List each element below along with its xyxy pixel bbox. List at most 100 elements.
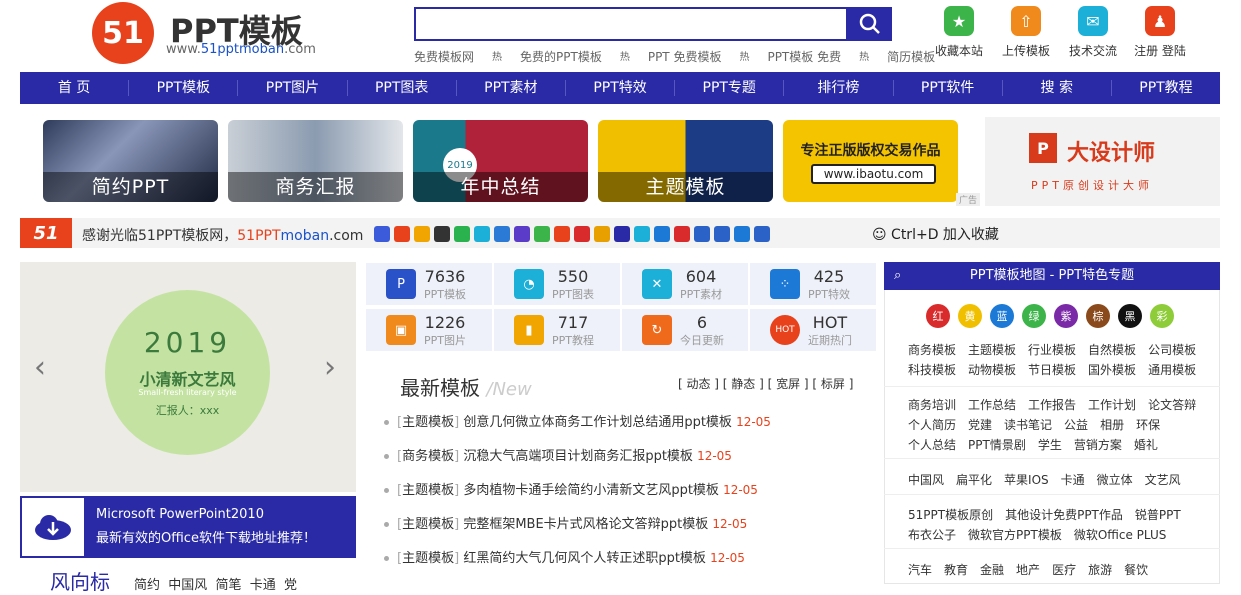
nav-item[interactable]: PPT专题 [675,80,785,96]
hot-link[interactable]: PPT 免费模板 [648,48,722,65]
latest-item[interactable]: [主题模板] 红黑简约大气几何风个人转正述职ppt模板 12-05 [384,547,745,566]
top-icon-0[interactable]: ★ 收藏本站 [928,6,990,59]
map-tag[interactable]: 营销方案 [1074,436,1122,453]
map-tag[interactable]: 商务模板 [908,341,956,358]
slider-prev-arrow-icon[interactable]: ‹ [34,350,46,385]
map-tag[interactable]: 行业模板 [1028,341,1076,358]
share-icon[interactable] [654,226,670,242]
color-tag[interactable]: 蓝 [990,304,1014,328]
latest-title-link[interactable]: 创意几何微立体商务工作计划总结通用ppt模板 [463,415,732,430]
nav-item[interactable]: 搜 索 [1003,80,1112,96]
map-tag[interactable]: 党建 [968,416,992,433]
map-tag[interactable]: 教育 [944,561,968,578]
map-tag[interactable]: 文艺风 [1145,471,1181,488]
map-tag[interactable]: 个人简历 [908,416,956,433]
stat-PPT模板[interactable]: P 7636 PPT模板 [366,263,492,305]
map-tag[interactable]: 中国风 [908,471,944,488]
banner-business[interactable]: 商务汇报 [228,120,403,202]
map-tag[interactable]: 其他设计免费PPT作品 [1005,506,1123,523]
nav-item[interactable]: PPT图表 [348,80,457,96]
map-tag[interactable]: 地产 [1016,561,1040,578]
nav-item[interactable]: 排行榜 [784,80,894,96]
map-tag[interactable]: 餐饮 [1124,561,1148,578]
share-icon[interactable] [414,226,430,242]
latest-category[interactable]: 主题模板 [402,517,454,532]
map-tag[interactable]: 个人总结 [908,436,956,453]
ad-designer[interactable]: P 大设计师 PPT原创设计大师 [985,117,1220,206]
share-icon[interactable] [454,226,470,242]
map-tag[interactable]: 扁平化 [956,471,992,488]
share-icon[interactable] [614,226,630,242]
color-tag[interactable]: 黄 [958,304,982,328]
top-icon-2[interactable]: ✉ 技术交流 [1062,6,1124,59]
share-icon[interactable] [374,226,390,242]
map-tag[interactable]: 工作计划 [1088,396,1136,413]
latest-item[interactable]: [主题模板] 多肉植物卡通手绘简约小清新文艺风ppt模板 12-05 [384,479,758,498]
top-icon-1[interactable]: ⇧ 上传模板 [995,6,1057,59]
nav-item[interactable]: PPT特效 [566,80,676,96]
color-tag[interactable]: 绿 [1022,304,1046,328]
share-icon[interactable] [714,226,730,242]
map-tag[interactable]: 旅游 [1088,561,1112,578]
search-input[interactable] [414,7,848,41]
hot-link[interactable]: 免费的PPT模板 [520,48,602,65]
banner-midyear[interactable]: 2019 年中总结 [413,120,588,202]
map-tag[interactable]: 汽车 [908,561,932,578]
stat-PPT素材[interactable]: ✕ 604 PPT素材 [622,263,748,305]
map-tag[interactable]: 工作报告 [1028,396,1076,413]
latest-category[interactable]: 商务模板 [402,449,454,464]
latest-title-link[interactable]: 沉稳大气高端项目计划商务汇报ppt模板 [463,449,693,464]
map-tag[interactable]: 微软官方PPT模板 [968,526,1062,543]
map-tag[interactable]: 论文答辩 [1148,396,1196,413]
map-tag[interactable]: 婚礼 [1134,436,1158,453]
latest-title-link[interactable]: 完整框架MBE卡片式风格论文答辩ppt模板 [463,517,708,532]
share-icon[interactable] [554,226,570,242]
map-tag[interactable]: PPT情景剧 [968,436,1026,453]
share-icon[interactable] [734,226,750,242]
nav-item[interactable]: 首 页 [20,80,130,96]
latest-category[interactable]: 主题模板 [402,483,454,498]
hot-link[interactable]: PPT模板 免费 [767,48,841,65]
map-tag[interactable]: 微软Office PLUS [1074,526,1167,543]
latest-item[interactable]: [主题模板] 创意几何微立体商务工作计划总结通用ppt模板 12-05 [384,411,771,430]
top-icon-3[interactable]: ♟ 注册 登陆 [1129,6,1191,59]
stat-PPT图表[interactable]: ◔ 550 PPT图表 [494,263,620,305]
share-icon[interactable] [434,226,450,242]
latest-title-link[interactable]: 红黑简约大气几何风个人转正述职ppt模板 [463,551,706,566]
map-tag[interactable]: 锐普PPT [1135,506,1181,523]
map-tag[interactable]: 布衣公子 [908,526,956,543]
map-tag[interactable]: 公司模板 [1148,341,1196,358]
map-tag[interactable]: 相册 [1100,416,1124,433]
share-icon[interactable] [574,226,590,242]
map-tag[interactable]: 动物模板 [968,361,1016,378]
map-tag[interactable]: 商务培训 [908,396,956,413]
share-icon[interactable] [674,226,690,242]
color-tag[interactable]: 彩 [1150,304,1174,328]
map-tag[interactable]: 公益 [1064,416,1088,433]
map-tag[interactable]: 环保 [1136,416,1160,433]
map-tag[interactable]: 51PPT模板原创 [908,506,993,523]
stat-近期热门[interactable]: HOT HOT 近期热门 [750,309,876,351]
latest-category[interactable]: 主题模板 [402,415,454,430]
nav-item[interactable]: PPT图片 [238,80,348,96]
site-logo[interactable]: 51 [92,2,154,64]
ad-ibaotu[interactable]: 专注正版版权交易作品 www.ibaotu.com [783,120,958,202]
nav-item[interactable]: PPT软件 [894,80,1003,96]
hot-link[interactable]: 免费模板网 [414,48,474,65]
map-tag[interactable]: 苹果IOS [1004,471,1049,488]
share-icon[interactable] [474,226,490,242]
stat-PPT教程[interactable]: ▮ 717 PPT教程 [494,309,620,351]
map-tag[interactable]: 医疗 [1052,561,1076,578]
share-icon[interactable] [694,226,710,242]
latest-item[interactable]: [主题模板] 完整框架MBE卡片式风格论文答辩ppt模板 12-05 [384,513,747,532]
latest-category[interactable]: 主题模板 [402,551,454,566]
stat-PPT图片[interactable]: ▣ 1226 PPT图片 [366,309,492,351]
color-tag[interactable]: 黑 [1118,304,1142,328]
map-tag[interactable]: 科技模板 [908,361,956,378]
latest-item[interactable]: [商务模板] 沉稳大气高端项目计划商务汇报ppt模板 12-05 [384,445,732,464]
banner-theme[interactable]: 主题模板 [598,120,773,202]
map-tag[interactable]: 节日模板 [1028,361,1076,378]
banner-simple[interactable]: 简约PPT [43,120,218,202]
share-icon[interactable] [594,226,610,242]
map-tag[interactable]: 自然模板 [1088,341,1136,358]
